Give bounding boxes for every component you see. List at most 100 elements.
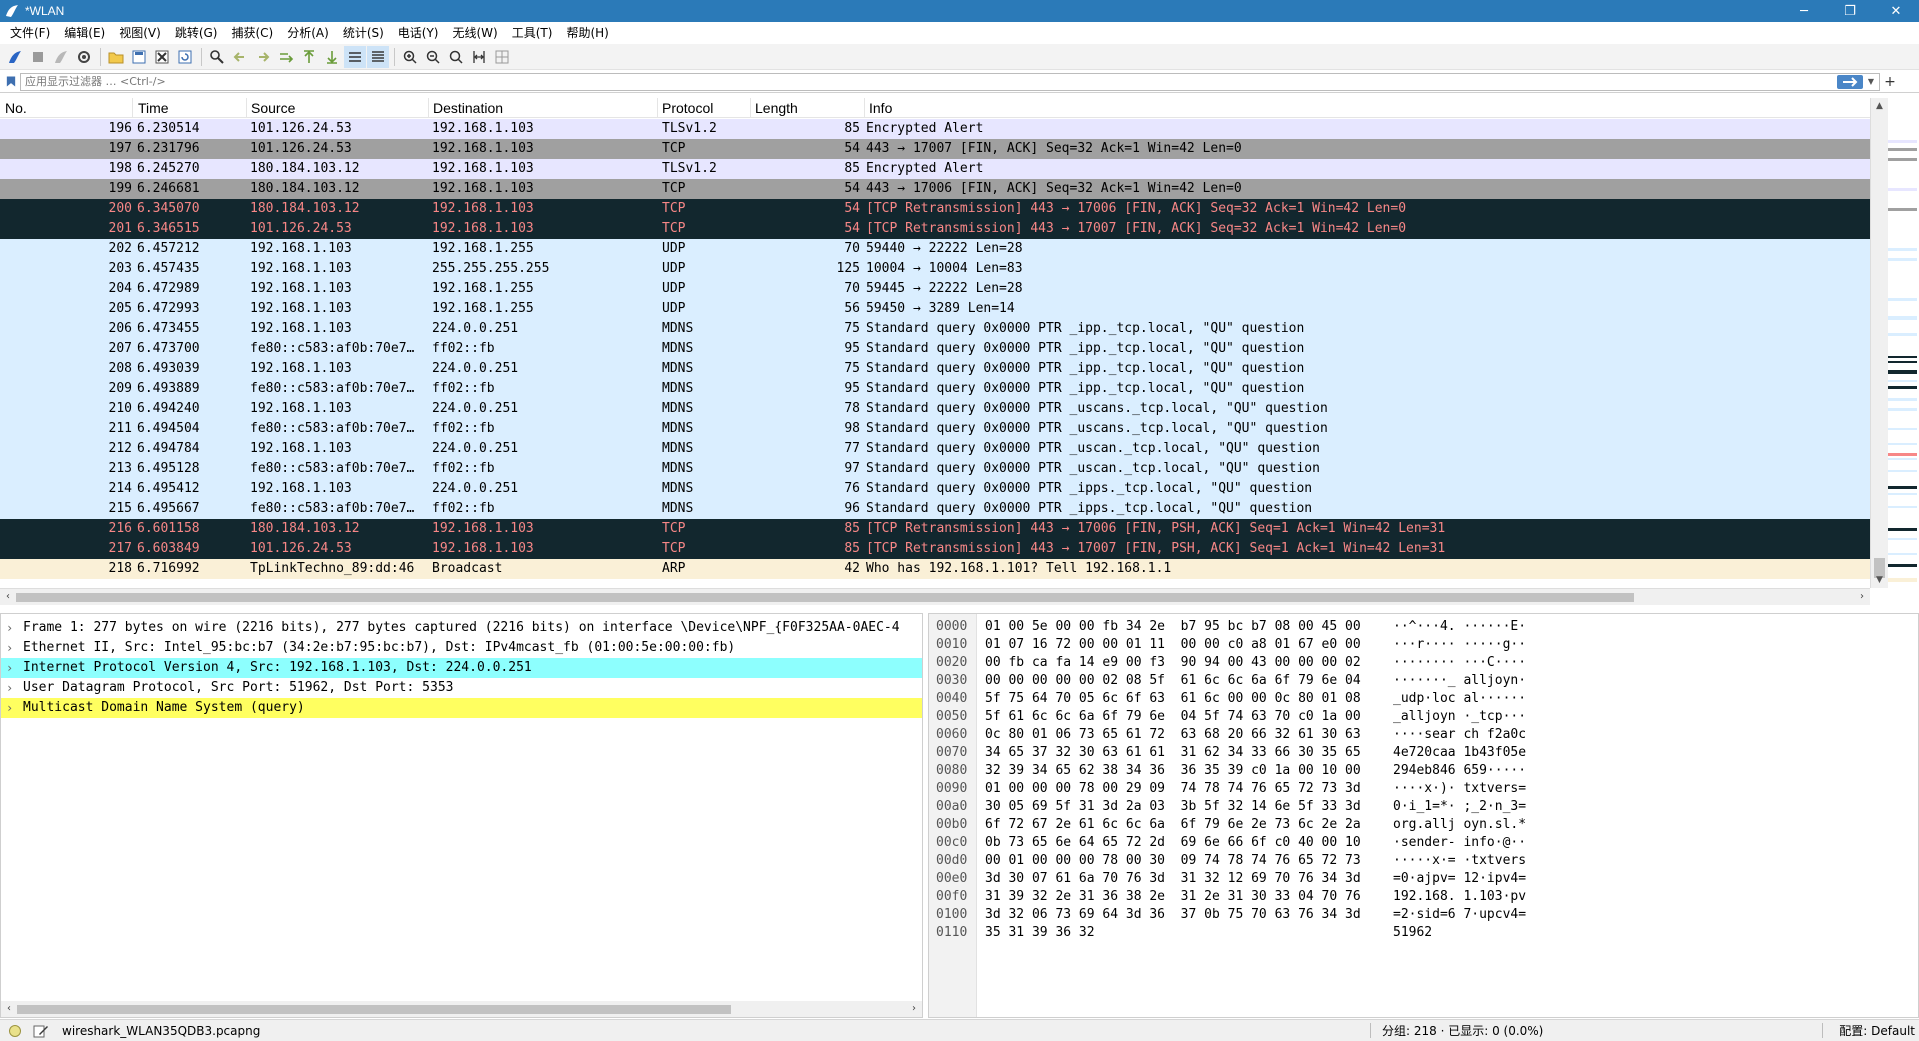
column-header-info[interactable]: Info [864,98,1870,118]
menu-telephony[interactable]: 电话(Y) [391,22,446,44]
expert-info-indicator-icon[interactable] [9,1024,21,1037]
scroll-thumb[interactable] [16,593,1634,602]
first-packet-button[interactable] [298,46,320,68]
colorize-button[interactable] [367,45,389,68]
autoscroll-button[interactable] [344,45,366,68]
minimize-button[interactable]: ─ [1781,0,1827,22]
byte-hex[interactable]: 00 00 00 00 00 02 08 5f 61 6c 6c 6a 6f 7… [985,672,1361,690]
byte-ascii[interactable]: =2·sid=6 7·upcv4= [1393,906,1526,924]
menu-file[interactable]: 文件(F) [3,22,57,44]
go-to-packet-button[interactable] [275,46,297,68]
packet-row[interactable]: 209 6.493889 fe80::c583:af0b:70e7… ff02::fb… [0,379,1870,399]
byte-hex[interactable]: 0c 80 01 06 73 65 61 72 63 68 20 66 32 6… [985,726,1361,744]
restart-capture-button[interactable] [50,46,72,68]
byte-hex[interactable]: 30 05 69 5f 31 3d 2a 03 3b 5f 32 14 6e 5… [985,798,1361,816]
byte-hex[interactable]: 32 39 34 65 62 38 34 36 36 35 39 c0 1a 0… [985,762,1361,780]
byte-ascii[interactable]: 4e720caa 1b43f05e [1393,744,1526,762]
scroll-left-icon[interactable]: ‹ [1,1001,17,1017]
detail-ipv4[interactable]: › Internet Protocol Version 4, Src: 192.1… [1,658,922,678]
profile-selector[interactable]: 配置: Default [1839,1022,1915,1039]
byte-ascii[interactable]: ·······_ alljoyn· [1393,672,1526,690]
byte-hex[interactable]: 0b 73 65 6e 64 65 72 2d 69 6e 66 6f c0 4… [985,834,1361,852]
scroll-right-icon[interactable]: › [906,1001,922,1017]
packet-row[interactable]: 211 6.494504 fe80::c583:af0b:70e7… ff02::fb… [0,419,1870,439]
filter-bookmark-button[interactable] [2,73,20,91]
byte-hex[interactable]: 31 39 32 2e 31 36 38 2e 31 2e 31 30 33 0… [985,888,1361,906]
byte-ascii[interactable]: 51962 [1393,924,1432,942]
packet-row[interactable]: 217 6.603849 101.126.24.53 192.168.1.103 TCP… [0,539,1870,559]
scroll-thumb[interactable] [17,1005,731,1014]
save-file-button[interactable] [128,46,150,68]
normal-size-button[interactable] [445,46,467,68]
close-file-button[interactable] [151,46,173,68]
go-back-button[interactable] [229,46,251,68]
byte-ascii[interactable]: _udp·loc al······ [1393,690,1526,708]
byte-ascii[interactable]: ····sear ch f2a0c [1393,726,1526,744]
byte-ascii[interactable]: ····x·)· txtvers= [1393,780,1526,798]
packet-row[interactable]: 201 6.346515 101.126.24.53 192.168.1.103 TCP… [0,219,1870,239]
stop-capture-button[interactable] [27,46,49,68]
packet-row[interactable]: 214 6.495412 192.168.1.103 224.0.0.251 MDNS 7… [0,479,1870,499]
column-header-length[interactable]: Length [750,98,865,118]
byte-hex[interactable]: 3d 30 07 61 6a 70 76 3d 31 32 12 69 70 7… [985,870,1361,888]
menu-go[interactable]: 跳转(G) [168,22,225,44]
zoom-out-button[interactable] [422,46,444,68]
byte-ascii[interactable]: 294eb846 659····· [1393,762,1526,780]
find-packet-button[interactable] [206,46,228,68]
byte-ascii[interactable]: _alljoyn ·_tcp··· [1393,708,1526,726]
packet-row[interactable]: 204 6.472989 192.168.1.103 192.168.1.255 UDP… [0,279,1870,299]
packet-list-vertical-scrollbar[interactable]: ▲ ▼ [1870,98,1888,588]
packet-row[interactable]: 218 6.716992 TpLinkTechno_89:dd:46 Broadcas… [0,559,1870,579]
apply-filter-button[interactable] [1837,74,1863,89]
packet-row[interactable]: 203 6.457435 192.168.1.103 255.255.255.255 U… [0,259,1870,279]
packet-list-horizontal-scrollbar[interactable]: ‹ › [0,588,1870,605]
packet-row[interactable]: 210 6.494240 192.168.1.103 224.0.0.251 MDNS 7… [0,399,1870,419]
layout-button[interactable] [491,46,513,68]
byte-ascii[interactable]: 192.168. 1.103·pv [1393,888,1526,906]
byte-hex[interactable]: 01 07 16 72 00 00 01 11 00 00 c0 a8 01 6… [985,636,1361,654]
expand-chevron-icon[interactable]: › [6,658,18,678]
menu-view[interactable]: 视图(V) [112,22,168,44]
detail-ethernet[interactable]: › Ethernet II, Src: Intel_95:bc:b7 (34:2e… [1,638,922,658]
scroll-up-icon[interactable]: ▲ [1871,98,1888,114]
start-capture-button[interactable] [4,46,26,68]
byte-ascii[interactable]: =0·ajpv= 12·ipv4= [1393,870,1526,888]
last-packet-button[interactable] [321,46,343,68]
menu-help[interactable]: 帮助(H) [559,22,615,44]
menu-tools[interactable]: 工具(T) [505,22,560,44]
packet-row[interactable]: 205 6.472993 192.168.1.103 192.168.1.255 UDP… [0,299,1870,319]
column-header-destination[interactable]: Destination [428,98,658,118]
byte-hex[interactable]: 34 65 37 32 30 63 61 61 31 62 34 33 66 3… [985,744,1361,762]
expand-chevron-icon[interactable]: › [6,638,18,658]
packet-row[interactable]: 197 6.231796 101.126.24.53 192.168.1.103 TCP… [0,139,1870,159]
expand-chevron-icon[interactable]: › [6,678,18,698]
packet-row[interactable]: 216 6.601158 180.184.103.12 192.168.1.103 TC… [0,519,1870,539]
packet-row[interactable]: 215 6.495667 fe80::c583:af0b:70e7… ff02::fb… [0,499,1870,519]
packet-row[interactable]: 200 6.345070 180.184.103.12 192.168.1.103 TC… [0,199,1870,219]
detail-mdns[interactable]: › Multicast Domain Name System (query) [1,698,922,718]
byte-ascii[interactable]: org.allj oyn.sl.* [1393,816,1526,834]
packet-row[interactable]: 199 6.246681 180.184.103.12 192.168.1.103 TC… [0,179,1870,199]
scroll-down-icon[interactable]: ▼ [1871,572,1888,588]
byte-hex[interactable]: 00 fb ca fa 14 e9 00 f3 90 94 00 43 00 0… [985,654,1361,672]
filter-history-dropdown[interactable]: ▼ [1865,75,1877,89]
byte-hex[interactable]: 5f 61 6c 6c 6a 6f 79 6e 04 5f 74 63 70 c… [985,708,1361,726]
byte-hex[interactable]: 6f 72 67 2e 61 6c 6c 6a 6f 79 6e 2e 73 6… [985,816,1361,834]
byte-ascii[interactable]: ·····x·= ·txtvers [1393,852,1526,870]
column-header-no[interactable]: No. [0,98,133,118]
byte-ascii[interactable]: ········ ···C···· [1393,654,1526,672]
capture-comment-icon[interactable] [33,1024,49,1038]
scroll-left-icon[interactable]: ‹ [0,589,16,605]
packet-row[interactable]: 213 6.495128 fe80::c583:af0b:70e7… ff02::fb… [0,459,1870,479]
add-filter-button[interactable]: + [1880,73,1900,91]
menu-edit[interactable]: 编辑(E) [57,22,112,44]
maximize-button[interactable]: ❐ [1827,0,1873,22]
packet-row[interactable]: 202 6.457212 192.168.1.103 192.168.1.255 UDP… [0,239,1870,259]
open-file-button[interactable] [105,46,127,68]
packet-row[interactable]: 208 6.493039 192.168.1.103 224.0.0.251 MDNS 7… [0,359,1870,379]
details-horizontal-scrollbar[interactable]: ‹ › [1,1001,922,1017]
packet-row[interactable]: 198 6.245270 180.184.103.12 192.168.1.103 TL… [0,159,1870,179]
byte-hex[interactable]: 01 00 5e 00 00 fb 34 2e b7 95 bc b7 08 0… [985,618,1361,636]
byte-hex[interactable]: 01 00 00 00 78 00 29 09 74 78 74 76 65 7… [985,780,1361,798]
byte-hex[interactable]: 35 31 39 36 32 [985,924,1095,942]
